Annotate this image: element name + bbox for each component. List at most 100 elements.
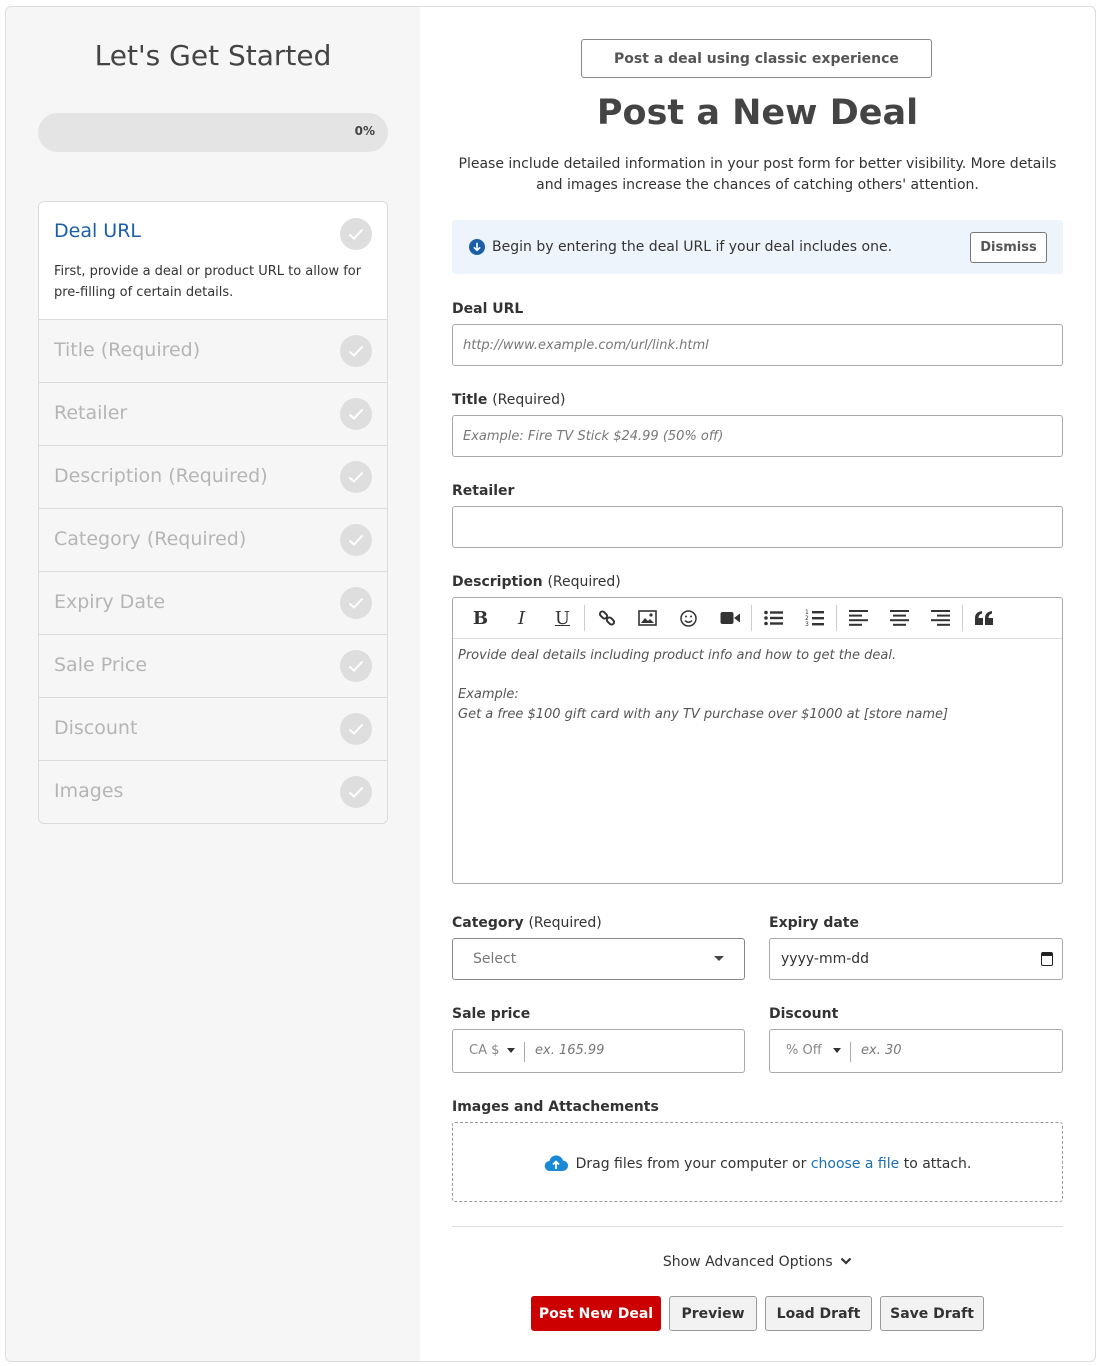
dropzone-text-after: to attach. bbox=[903, 1156, 972, 1172]
intro-text: Please include detailed information in y… bbox=[458, 156, 1057, 193]
currency-select[interactable]: CA $ bbox=[469, 1043, 499, 1058]
image-icon[interactable] bbox=[627, 598, 668, 638]
align-center-icon[interactable] bbox=[879, 598, 920, 638]
preview-button[interactable]: Preview bbox=[669, 1296, 757, 1331]
step-required: (Required) bbox=[146, 528, 247, 550]
step-name: Title bbox=[54, 339, 95, 361]
italic-icon[interactable]: I bbox=[501, 598, 542, 638]
file-dropzone[interactable]: Drag files from your computer or choose … bbox=[452, 1122, 1063, 1202]
step-name: Description bbox=[54, 465, 163, 487]
description-placeholder-line: Provide deal details including product i… bbox=[458, 648, 897, 663]
discount-input[interactable]: ex. 30 bbox=[861, 1043, 902, 1058]
dropzone-text: Drag files from your computer or choose … bbox=[453, 1154, 1062, 1176]
advanced-options-toggle[interactable]: Show Advanced Options bbox=[452, 1253, 1063, 1270]
step-label: Sale Price bbox=[54, 654, 147, 676]
description-placeholder-line: Get a free $100 gift card with any TV pu… bbox=[458, 706, 949, 722]
step-name: Expiry Date bbox=[54, 591, 166, 613]
check-icon bbox=[340, 776, 372, 808]
step-label: Discount bbox=[54, 717, 137, 739]
discount-unit-select[interactable]: % Off bbox=[786, 1043, 822, 1058]
underline-icon[interactable]: U bbox=[542, 598, 583, 638]
calendar-icon[interactable] bbox=[1041, 952, 1053, 966]
notice-text: Begin by entering the deal URL if your d… bbox=[492, 239, 893, 255]
save-draft-button[interactable]: Save Draft bbox=[880, 1296, 984, 1331]
title-label-text: Title bbox=[452, 392, 488, 408]
description-label: Description (Required) bbox=[452, 574, 621, 590]
title-input[interactable] bbox=[452, 415, 1063, 457]
toolbar-divider bbox=[836, 605, 837, 631]
step-description: First, provide a deal or product URL to … bbox=[54, 264, 362, 300]
step-required: (Required) bbox=[168, 465, 268, 487]
deal-url-label: Deal URL bbox=[452, 301, 524, 317]
check-icon bbox=[340, 398, 372, 430]
emoji-icon[interactable] bbox=[668, 598, 709, 638]
step-deal-url[interactable]: Deal URL First, provide a deal or produc… bbox=[39, 202, 387, 319]
retailer-input[interactable] bbox=[452, 506, 1063, 548]
description-textarea[interactable]: Provide deal details including product i… bbox=[453, 639, 1062, 731]
dismiss-button[interactable]: Dismiss bbox=[970, 232, 1047, 263]
expiry-value: yyyy-mm-dd bbox=[781, 951, 870, 967]
sale-price-input[interactable]: ex. 165.99 bbox=[535, 1043, 604, 1058]
category-required: (Required) bbox=[528, 915, 602, 931]
align-left-icon[interactable] bbox=[838, 598, 879, 638]
step-label: Expiry Date bbox=[54, 591, 165, 613]
description-editor: B I U 123 Provide deal details including… bbox=[452, 597, 1063, 884]
load-draft-button[interactable]: Load Draft bbox=[765, 1296, 872, 1331]
chevron-down-icon bbox=[840, 1253, 852, 1269]
numbered-list-icon[interactable]: 123 bbox=[794, 598, 835, 638]
quote-icon[interactable] bbox=[964, 598, 1005, 638]
step-label: Retailer bbox=[54, 402, 127, 424]
description-placeholder-line: Example: bbox=[458, 687, 519, 702]
post-new-deal-button[interactable]: Post New Deal bbox=[531, 1296, 661, 1331]
caret-down-icon[interactable] bbox=[507, 1048, 515, 1053]
expiry-date-input[interactable]: yyyy-mm-dd bbox=[769, 938, 1063, 980]
divider bbox=[452, 1226, 1063, 1227]
bullet-list-icon[interactable] bbox=[753, 598, 794, 638]
step-name: Retailer bbox=[54, 402, 128, 424]
page-frame: Let's Get Started 0% Deal URL First, pro… bbox=[5, 6, 1096, 1362]
step-label: Title (Required) bbox=[54, 339, 200, 361]
step-name: Category bbox=[54, 528, 141, 550]
title-label: Title (Required) bbox=[452, 392, 565, 408]
images-label: Images and Attachements bbox=[452, 1099, 659, 1115]
step-category[interactable]: Category (Required) bbox=[39, 508, 387, 571]
check-icon bbox=[340, 713, 372, 745]
category-value: Select bbox=[473, 951, 517, 967]
bold-icon[interactable]: B bbox=[460, 598, 501, 638]
step-retailer[interactable]: Retailer bbox=[39, 382, 387, 445]
step-label: Deal URL bbox=[54, 220, 141, 242]
step-list: Deal URL First, provide a deal or produc… bbox=[38, 201, 388, 824]
check-icon bbox=[340, 335, 372, 367]
step-images[interactable]: Images bbox=[39, 760, 387, 823]
caret-down-icon[interactable] bbox=[833, 1048, 841, 1053]
choose-file-link[interactable]: choose a file bbox=[811, 1156, 899, 1172]
sale-price-field: CA $ ex. 165.99 bbox=[452, 1029, 745, 1073]
category-label: Category (Required) bbox=[452, 915, 602, 931]
step-discount[interactable]: Discount bbox=[39, 697, 387, 760]
step-name: Deal URL bbox=[54, 220, 141, 242]
step-expiry-date[interactable]: Expiry Date bbox=[39, 571, 387, 634]
field-divider bbox=[524, 1042, 525, 1062]
category-select[interactable]: Select bbox=[452, 938, 745, 980]
deal-url-input[interactable] bbox=[452, 324, 1063, 366]
video-icon[interactable] bbox=[709, 598, 750, 638]
step-title[interactable]: Title (Required) bbox=[39, 319, 387, 382]
check-icon bbox=[340, 650, 372, 682]
editor-toolbar: B I U 123 bbox=[453, 598, 1062, 639]
page-title: Post a New Deal bbox=[596, 93, 919, 133]
title-required: (Required) bbox=[492, 392, 566, 408]
deal-form: Post a deal using classic experience Pos… bbox=[452, 7, 1063, 1361]
step-description[interactable]: Description (Required) bbox=[39, 445, 387, 508]
expiry-label: Expiry date bbox=[769, 915, 859, 931]
discount-field: % Off ex. 30 bbox=[769, 1029, 1063, 1073]
progress-bar: 0% bbox=[38, 113, 388, 152]
caret-down-icon bbox=[714, 956, 724, 961]
step-name: Discount bbox=[54, 717, 138, 739]
classic-experience-button[interactable]: Post a deal using classic experience bbox=[581, 39, 932, 78]
align-right-icon[interactable] bbox=[920, 598, 961, 638]
toolbar-divider bbox=[584, 605, 585, 631]
field-divider bbox=[850, 1042, 851, 1062]
link-icon[interactable] bbox=[586, 598, 627, 638]
toolbar-divider bbox=[962, 605, 963, 631]
step-sale-price[interactable]: Sale Price bbox=[39, 634, 387, 697]
